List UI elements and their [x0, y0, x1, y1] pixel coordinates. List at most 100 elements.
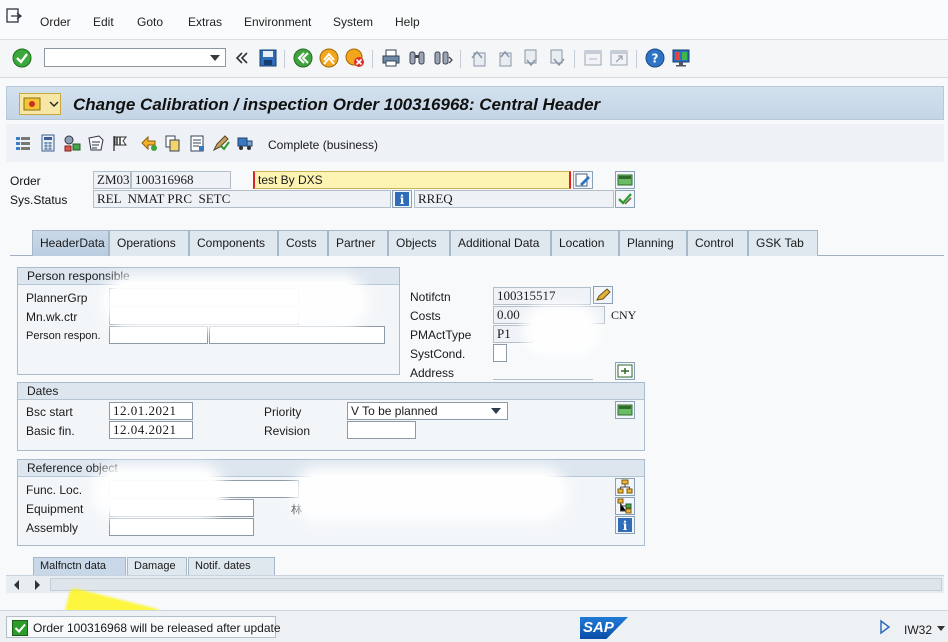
tab-planning[interactable]: Planning	[619, 230, 687, 256]
back-icon[interactable]	[293, 48, 313, 68]
tab-additional-data[interactable]: Additional Data	[450, 230, 551, 256]
person-responsible-label: Person respon.	[26, 330, 101, 342]
header-overview-button[interactable]	[615, 171, 635, 189]
reference-info-button[interactable]: i	[615, 516, 635, 534]
system-menu-icon[interactable]	[6, 8, 22, 24]
status-message-text: Order 100316968 will be released after u…	[33, 621, 281, 635]
menu-bar: Order Edit Goto Extras Environment Syste…	[0, 0, 948, 40]
sap-logo-text: SAP	[583, 619, 614, 636]
scrollbar-thumb[interactable]	[50, 578, 942, 591]
notification-edit-button[interactable]	[593, 286, 613, 304]
assembly-label: Assembly	[26, 521, 79, 535]
assembly-input[interactable]	[109, 518, 254, 536]
main-work-center-label: Mn.wk.ctr	[26, 310, 78, 324]
person-responsible-name-input[interactable]	[209, 326, 385, 344]
svg-text:?: ?	[652, 52, 659, 66]
status-edit-button[interactable]	[615, 190, 635, 208]
menu-order[interactable]: Order	[40, 15, 71, 29]
double-left-arrow-icon[interactable]	[231, 48, 251, 68]
new-session-icon[interactable]	[583, 48, 603, 68]
print-icon[interactable]	[381, 48, 401, 68]
dates-overview-button[interactable]	[615, 401, 635, 419]
next-page-icon[interactable]	[521, 48, 541, 68]
document-flow-icon[interactable]	[87, 134, 105, 152]
address-button[interactable]	[615, 362, 635, 380]
cancel-icon[interactable]	[345, 48, 365, 68]
status-message[interactable]: Order 100316968 will be released after u…	[6, 616, 281, 638]
structure-list-button[interactable]	[615, 478, 635, 496]
previous-page-icon[interactable]	[495, 48, 515, 68]
tab-location[interactable]: Location	[551, 230, 619, 256]
enter-checkmark-icon[interactable]	[12, 48, 32, 68]
chevron-down-icon[interactable]	[936, 625, 946, 633]
status-bar: Order 100316968 will be released after u…	[0, 610, 948, 642]
horizontal-scrollbar[interactable]	[6, 575, 944, 593]
chevron-down-icon	[491, 408, 501, 414]
transport-icon[interactable]	[236, 134, 254, 152]
create-shortcut-icon[interactable]	[609, 48, 629, 68]
menu-environment[interactable]: Environment	[244, 15, 311, 29]
currency-label: CNY	[611, 308, 637, 322]
menu-goto[interactable]: Goto	[137, 15, 163, 29]
find-next-icon[interactable]	[433, 48, 453, 68]
tab-gsk[interactable]: GSK Tab	[748, 230, 818, 256]
basic-finish-input[interactable]: 12.04.2021	[109, 421, 193, 439]
transaction-menu-icon[interactable]	[19, 93, 61, 115]
menu-edit[interactable]: Edit	[93, 15, 114, 29]
person-responsible-input[interactable]	[109, 326, 208, 344]
toolbar-separator	[636, 50, 637, 68]
transaction-code: IW32	[904, 623, 933, 637]
list-icon[interactable]	[14, 134, 32, 152]
chevron-down-icon[interactable]	[210, 55, 220, 61]
copy-document-icon[interactable]	[164, 134, 182, 152]
system-condition-input[interactable]	[493, 344, 507, 362]
tab-control[interactable]: Control	[687, 230, 748, 256]
hierarchy-settings-icon[interactable]	[63, 134, 81, 152]
status-info-button[interactable]: i	[392, 190, 412, 208]
find-icon[interactable]	[407, 48, 427, 68]
tab-header-data[interactable]: HeaderData	[32, 230, 109, 256]
tab-operations[interactable]: Operations	[109, 230, 189, 256]
priority-select[interactable]: V To be planned	[347, 402, 508, 420]
exit-icon[interactable]	[319, 48, 339, 68]
menu-help[interactable]: Help	[395, 15, 420, 29]
tab-partner[interactable]: Partner	[328, 230, 388, 256]
notification-label: Notifctn	[410, 290, 451, 304]
tab-components[interactable]: Components	[189, 230, 278, 256]
dates-title: Dates	[18, 383, 644, 400]
equipment-structure-button[interactable]	[615, 497, 635, 515]
customize-layout-icon[interactable]	[671, 48, 691, 68]
equipment-label: Equipment	[26, 502, 84, 516]
address-card-icon	[617, 364, 633, 378]
command-field[interactable]	[44, 48, 226, 67]
complete-business-button[interactable]: Complete (business)	[268, 138, 378, 152]
first-page-icon[interactable]	[469, 48, 489, 68]
operation-release-icon[interactable]	[140, 134, 158, 152]
scroll-left-icon[interactable]	[12, 579, 22, 591]
subtab-notif-dates[interactable]: Notif. dates	[188, 557, 275, 575]
last-page-icon[interactable]	[547, 48, 567, 68]
success-check-icon	[12, 620, 28, 636]
info-icon: i	[618, 518, 632, 532]
long-text-button[interactable]	[573, 171, 593, 189]
subtab-damage[interactable]: Damage	[127, 557, 187, 575]
subtab-malfunction-data[interactable]: Malfnctn data	[33, 557, 126, 575]
order-short-text-input[interactable]: test By DXS	[253, 171, 571, 189]
tab-objects[interactable]: Objects	[388, 230, 450, 256]
edit-check-icon[interactable]	[212, 134, 230, 152]
redaction-blur	[100, 472, 218, 512]
basic-start-input[interactable]: 12.01.2021	[109, 402, 193, 420]
revision-label: Revision	[264, 424, 311, 438]
revision-input[interactable]	[347, 421, 416, 439]
flag-icon[interactable]	[111, 134, 129, 152]
expand-status-icon[interactable]	[878, 619, 892, 635]
text-document-icon[interactable]	[188, 134, 206, 152]
help-icon[interactable]: ?	[645, 48, 665, 68]
scroll-right-icon[interactable]	[32, 579, 42, 591]
menu-system[interactable]: System	[333, 15, 373, 29]
menu-extras[interactable]: Extras	[188, 15, 222, 29]
toolbar-separator	[574, 50, 575, 68]
calculator-icon[interactable]	[39, 134, 57, 152]
tab-costs[interactable]: Costs	[278, 230, 328, 256]
save-icon[interactable]	[258, 48, 278, 68]
